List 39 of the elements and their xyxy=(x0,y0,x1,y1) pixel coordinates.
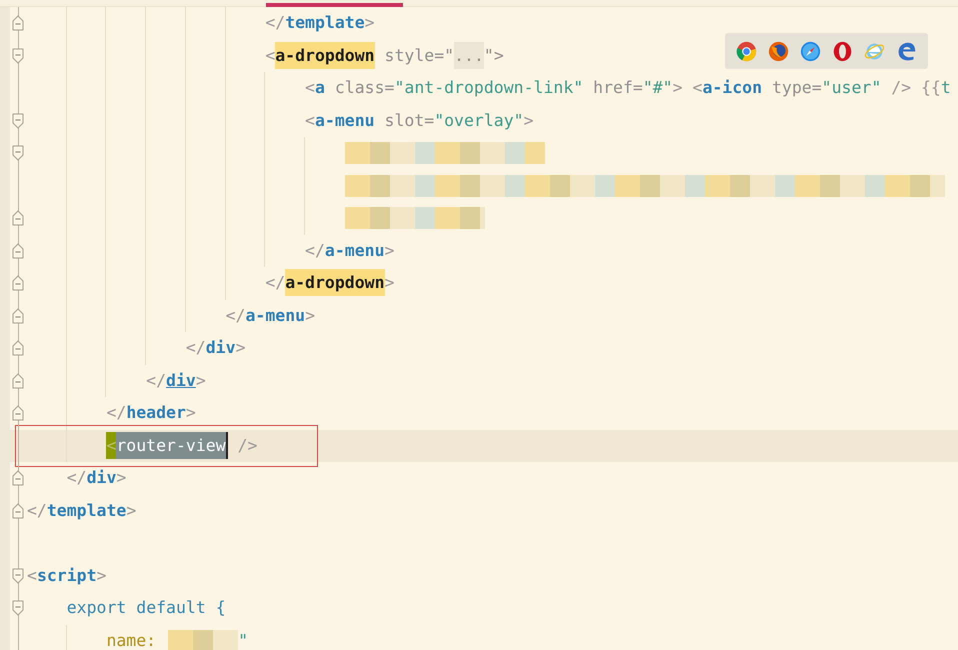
code-line: </a-menu> xyxy=(305,240,394,262)
code-line: <router-view /> xyxy=(106,432,258,459)
code-text: name: xyxy=(106,630,156,650)
edge-icon[interactable] xyxy=(896,40,917,62)
code-line: </div> xyxy=(186,337,246,360)
firefox-icon[interactable] xyxy=(768,40,790,62)
code-text: " xyxy=(238,630,248,650)
ie-icon[interactable] xyxy=(864,40,885,62)
code-line: </a-dropdown> xyxy=(265,270,394,296)
opera-icon[interactable] xyxy=(832,40,853,62)
fold-icon[interactable] xyxy=(12,15,24,32)
redacted-text xyxy=(168,630,238,650)
fold-icon[interactable] xyxy=(12,470,24,486)
fold-icon[interactable] xyxy=(12,112,24,129)
code-line: <a class="ant-dropdown-link" href="#"> <a-icon type="user" /> {{t xyxy=(305,77,951,100)
code-line: <script> xyxy=(27,564,106,587)
fold-icon[interactable] xyxy=(12,600,24,616)
code-line: <a-menu slot="overlay"> xyxy=(305,110,534,132)
chrome-icon[interactable] xyxy=(736,40,758,62)
fold-icon[interactable] xyxy=(12,372,24,389)
fold-icon[interactable] xyxy=(12,48,24,64)
code-line: export default { xyxy=(66,597,226,620)
fold-icon[interactable] xyxy=(12,210,24,226)
fold-icon[interactable] xyxy=(12,405,24,422)
safari-icon[interactable] xyxy=(800,40,822,62)
fold-icon[interactable] xyxy=(12,275,24,292)
code-line: </a-menu> xyxy=(226,304,316,327)
code-line: </div> xyxy=(66,467,126,490)
code-line: </template> xyxy=(265,12,375,34)
fold-icon[interactable] xyxy=(12,242,24,259)
fold-icon[interactable] xyxy=(12,308,24,324)
fold-icon[interactable] xyxy=(12,568,24,584)
fold-icon[interactable] xyxy=(12,340,24,356)
code-line: </div> xyxy=(146,370,206,392)
code-line: </template> xyxy=(27,500,136,522)
fold-icon[interactable] xyxy=(12,502,24,519)
code-line: <a-dropdown style="..."> xyxy=(265,42,504,69)
code-line: </header> xyxy=(106,402,196,424)
fold-icon[interactable] xyxy=(12,145,24,162)
